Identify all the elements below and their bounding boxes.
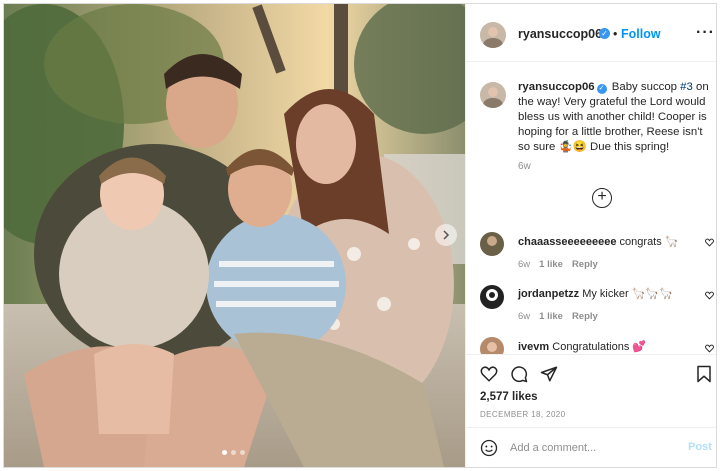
- comment-likes[interactable]: 1 like: [539, 259, 563, 270]
- family-photo-image: [4, 4, 465, 467]
- comment-line: chaaasseeeeeeeee congrats 🦙: [518, 235, 679, 248]
- post-actions: 2,577 likes DECEMBER 18, 2020 Post: [466, 354, 716, 467]
- post-sidebar: ryansuccop06 ✓ • Follow ··· ryansuccop06…: [465, 4, 716, 467]
- post-photo[interactable]: [4, 4, 465, 467]
- carousel-dot: [240, 450, 245, 455]
- carousel-dot: [231, 450, 236, 455]
- post-caption: ryansuccop06 ✓ Baby succop #3 on the way!…: [518, 80, 712, 155]
- next-photo-button[interactable]: [435, 224, 457, 246]
- comment-line: ivevm Congratulations 💕: [518, 340, 646, 353]
- carousel-dot: [222, 450, 227, 455]
- reply-button[interactable]: Reply: [572, 259, 598, 270]
- caption-text-start: Baby succop: [611, 81, 681, 93]
- comment-text: congrats 🦙: [619, 236, 679, 248]
- heart-icon[interactable]: [705, 238, 714, 247]
- heart-icon[interactable]: [705, 291, 714, 300]
- more-icon[interactable]: ···: [696, 24, 715, 42]
- heart-icon[interactable]: [705, 344, 714, 353]
- comment-line: jordanpetzz My kicker 🦙🦙🦙: [518, 287, 673, 300]
- commenter-avatar[interactable]: [480, 232, 504, 256]
- comment-icon[interactable]: [510, 365, 528, 383]
- commenter-avatar[interactable]: [480, 285, 504, 309]
- post-comment-button[interactable]: Post: [688, 441, 712, 453]
- verified-icon: ✓: [596, 84, 607, 94]
- chevron-right-icon: [443, 230, 450, 240]
- emoji-icon[interactable]: [480, 439, 498, 457]
- heart-icon[interactable]: [480, 365, 498, 383]
- comment-username[interactable]: jordanpetzz: [518, 288, 579, 300]
- comment-text: Congratulations 💕: [552, 341, 647, 353]
- comment-meta: 6w 1 like Reply: [518, 259, 607, 270]
- comment-text: My kicker 🦙🦙🦙: [582, 288, 673, 300]
- caption-author-avatar[interactable]: [480, 82, 506, 108]
- separator-dot: •: [613, 27, 618, 41]
- follow-button[interactable]: Follow: [621, 27, 661, 41]
- post-header: ryansuccop06 ✓ • Follow ···: [466, 4, 716, 62]
- verified-icon: ✓: [599, 28, 610, 39]
- comment-time: 6w: [518, 259, 531, 270]
- caption-timestamp: 6w: [518, 161, 531, 172]
- carousel-indicator: [222, 450, 245, 455]
- author-username[interactable]: ryansuccop06: [518, 27, 602, 41]
- add-comment-row: Post: [466, 427, 716, 467]
- likes-count[interactable]: 2,577 likes: [480, 391, 538, 403]
- comment-time: 6w: [518, 311, 531, 322]
- comment-username[interactable]: chaaasseeeeeeeee: [518, 236, 616, 248]
- caption-hashtag[interactable]: #3: [680, 81, 693, 93]
- comment-likes[interactable]: 1 like: [539, 311, 563, 322]
- add-comment-input[interactable]: [510, 439, 670, 457]
- post-date: DECEMBER 18, 2020: [480, 410, 566, 419]
- share-icon[interactable]: [540, 365, 558, 383]
- instagram-post-modal: ryansuccop06 ✓ • Follow ··· ryansuccop06…: [3, 3, 717, 468]
- caption-username[interactable]: ryansuccop06: [518, 81, 595, 93]
- author-avatar[interactable]: [480, 22, 506, 48]
- reply-button[interactable]: Reply: [572, 311, 598, 322]
- add-circle-icon[interactable]: +: [592, 188, 612, 208]
- bookmark-icon[interactable]: [696, 365, 712, 383]
- comment-meta: 6w 1 like Reply: [518, 311, 607, 322]
- comment-username[interactable]: ivevm: [518, 341, 549, 353]
